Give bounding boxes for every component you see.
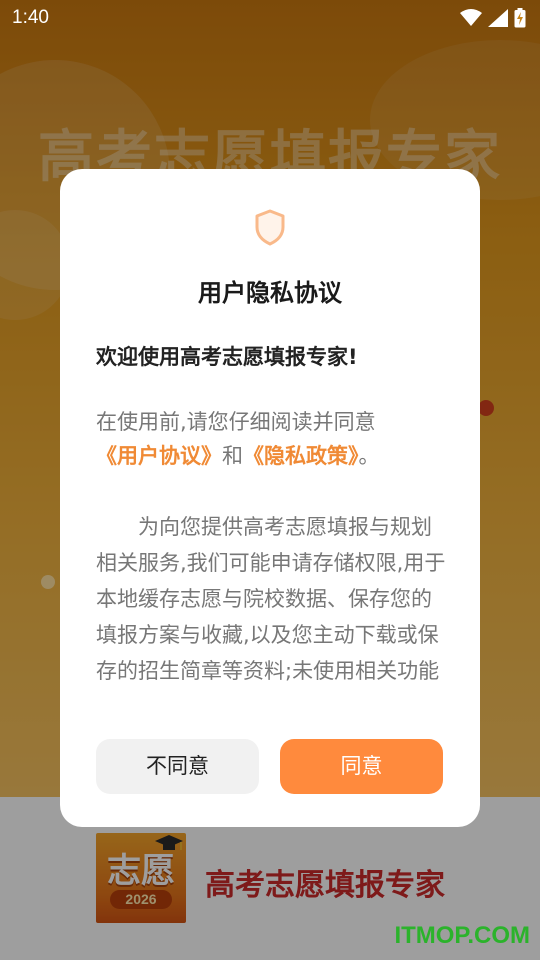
status-time: 1:40 — [12, 7, 49, 28]
intro-line: 《用户协议》和《隐私政策》。 — [96, 439, 446, 473]
agree-button[interactable]: 同意 — [280, 739, 443, 794]
shield-icon — [255, 209, 285, 246]
policy-text-scroll[interactable]: 为向您提供高考志愿填报与规划相关服务,我们可能申请存储权限,用于本地缓存志愿与院… — [96, 509, 448, 695]
battery-charging-icon — [514, 8, 526, 28]
intro-line: 在使用前,请您仔细阅读并同意 — [96, 405, 446, 439]
disagree-button[interactable]: 不同意 — [96, 739, 259, 794]
wifi-icon — [460, 9, 482, 26]
status-icons — [460, 8, 526, 28]
watermark: ITMOP.COM — [394, 922, 530, 949]
cellular-signal-icon — [488, 9, 508, 27]
intro-suffix: 。 — [358, 444, 380, 468]
welcome-text: 欢迎使用高考志愿填报专家! — [96, 345, 358, 369]
privacy-dialog: 用户隐私协议 欢迎使用高考志愿填报专家! 在使用前,请您仔细阅读并同意 《用户协… — [60, 169, 480, 827]
user-agreement-link[interactable]: 《用户协议》 — [96, 444, 222, 468]
dialog-title: 用户隐私协议 — [198, 279, 342, 307]
intro-conjunction: 和 — [222, 444, 243, 468]
intro-prefix: 在使用前,请您仔细阅读并同意 — [96, 410, 376, 434]
privacy-policy-link[interactable]: 《隐私政策》 — [243, 444, 359, 468]
status-bar: 1:40 — [0, 0, 540, 38]
intro-text: 在使用前,请您仔细阅读并同意 《用户协议》和《隐私政策》。 — [96, 405, 446, 473]
